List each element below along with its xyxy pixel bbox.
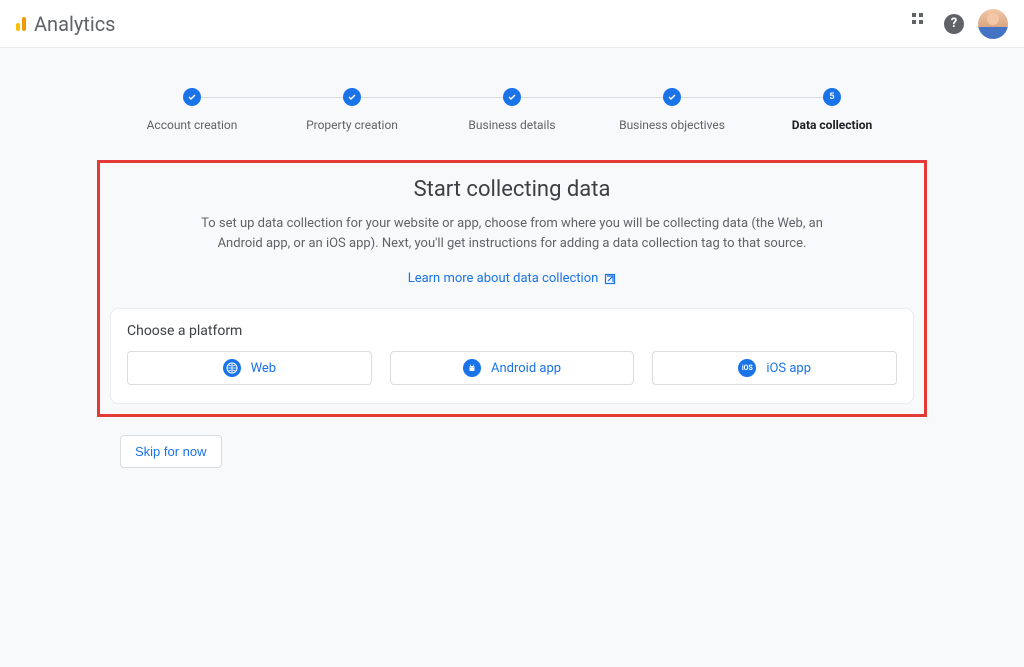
analytics-logo-icon <box>16 17 26 31</box>
step-account-creation[interactable]: Account creation <box>112 88 272 132</box>
platform-android-label: Android app <box>491 361 561 376</box>
platform-title: Choose a platform <box>127 323 897 339</box>
step-property-creation[interactable]: Property creation <box>272 88 432 132</box>
help-icon[interactable]: ? <box>944 14 964 34</box>
step-label: Property creation <box>306 118 398 132</box>
user-avatar[interactable] <box>978 9 1008 39</box>
globe-icon <box>223 359 241 377</box>
platform-card: Choose a platform Web <box>110 308 914 404</box>
main-content: Account creation Property creation Busin… <box>0 48 1024 667</box>
checkmark-icon <box>343 88 361 106</box>
platform-web-label: Web <box>251 361 277 376</box>
highlight-box: Start collecting data To set up data col… <box>97 160 927 417</box>
step-business-objectives[interactable]: Business objectives <box>592 88 752 132</box>
step-data-collection[interactable]: 5 Data collection <box>752 88 912 132</box>
platform-ios-button[interactable]: iOS iOS app <box>652 351 897 385</box>
page-title: Start collecting data <box>110 177 914 202</box>
checkmark-icon <box>503 88 521 106</box>
learn-more-text: Learn more about data collection <box>408 271 599 286</box>
platform-web-button[interactable]: Web <box>127 351 372 385</box>
external-link-icon <box>604 273 616 285</box>
step-label: Account creation <box>147 118 238 132</box>
header: Analytics ? <box>0 0 1024 48</box>
learn-more-link[interactable]: Learn more about data collection <box>408 271 617 286</box>
platform-row: Web Android app iOS <box>127 351 897 385</box>
step-number-icon: 5 <box>823 88 841 106</box>
apps-grid-icon[interactable] <box>912 13 930 35</box>
step-label: Data collection <box>792 118 873 132</box>
page-description: To set up data collection for your websi… <box>192 214 832 253</box>
step-label: Business details <box>468 118 555 132</box>
app-title: Analytics <box>34 12 116 36</box>
step-business-details[interactable]: Business details <box>432 88 592 132</box>
android-icon <box>463 359 481 377</box>
skip-button[interactable]: Skip for now <box>120 435 222 468</box>
skip-label: Skip for now <box>135 444 207 459</box>
header-left: Analytics <box>16 12 116 36</box>
setup-stepper: Account creation Property creation Busin… <box>112 88 912 132</box>
platform-android-button[interactable]: Android app <box>390 351 635 385</box>
checkmark-icon <box>183 88 201 106</box>
step-label: Business objectives <box>619 118 725 132</box>
header-right: ? <box>912 9 1008 39</box>
checkmark-icon <box>663 88 681 106</box>
ios-icon: iOS <box>738 359 756 377</box>
platform-ios-label: iOS app <box>766 361 811 376</box>
